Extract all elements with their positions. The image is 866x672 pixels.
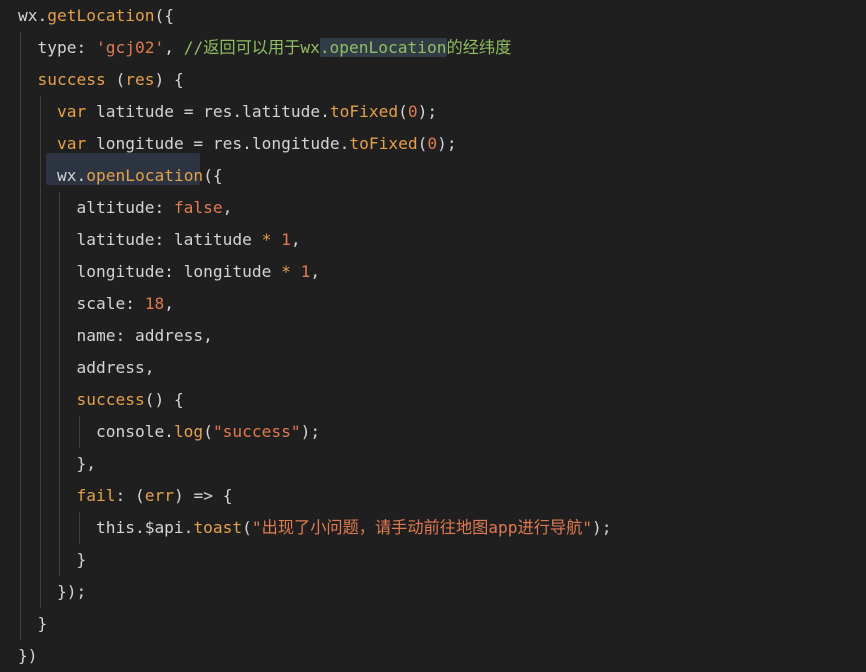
code-token-plain: () { — [144, 390, 184, 409]
code-token-keyword: res — [125, 70, 155, 89]
code-token-plain: altitude: — [18, 198, 174, 217]
code-token-plain: : ( — [115, 486, 145, 505]
code-line[interactable]: type: 'gcj02', //返回可以用于wx.openLocation的经… — [18, 32, 511, 64]
code-token-plain: }); — [18, 582, 87, 601]
code-line[interactable]: wx.openLocation({ — [18, 160, 223, 192]
code-token-function: fail — [76, 486, 116, 505]
code-token-plain: wx. — [18, 6, 48, 25]
code-token-plain: ) { — [154, 70, 184, 89]
code-token-string: "出现了小问题，请手动前往地图app进行导航" — [251, 518, 593, 537]
code-token-plain: ); — [417, 102, 438, 121]
code-token-plain: } — [18, 550, 87, 569]
code-token-plain: ( — [203, 422, 213, 441]
code-line[interactable]: console.log("success"); — [18, 416, 320, 448]
code-token-plain: name: address, — [18, 326, 213, 345]
code-line[interactable]: var longitude = res.longitude.toFixed(0)… — [18, 128, 457, 160]
code-token-plain: , — [164, 38, 184, 57]
code-line[interactable]: }); — [18, 576, 86, 608]
code-token-plain: this.$api. — [18, 518, 194, 537]
code-line[interactable]: wx.getLocation({ — [18, 0, 174, 32]
code-editor[interactable]: wx.getLocation({ type: 'gcj02', //返回可以用于… — [0, 0, 866, 671]
code-token-comment: 的经纬度 — [446, 38, 512, 57]
code-token-plain: longitude: longitude — [18, 262, 282, 281]
code-token-number: 18 — [144, 294, 165, 313]
code-token-keyword: * — [261, 230, 272, 249]
code-token-function: toast — [193, 518, 243, 537]
code-token-keyword: var — [56, 102, 87, 121]
code-line[interactable]: } — [18, 544, 86, 576]
code-token-function: toFixed — [349, 134, 418, 153]
code-line[interactable]: } — [18, 608, 47, 640]
code-token-plain: ( — [242, 518, 252, 537]
code-token-plain: }) — [18, 646, 38, 665]
code-line[interactable]: scale: 18, — [18, 288, 174, 320]
code-token-plain: , — [222, 198, 233, 217]
code-token-plain: ( — [398, 102, 408, 121]
code-token-function: openLocation — [86, 166, 204, 185]
code-token-plain: }, — [18, 454, 96, 473]
code-token-comment: //返回可以用于wx — [183, 38, 320, 57]
code-token-function: log — [173, 422, 204, 441]
code-token-function: success — [76, 390, 145, 409]
code-token-plain: ( — [417, 134, 428, 153]
code-token-function: success — [37, 70, 106, 89]
code-token-string: "success" — [212, 422, 301, 441]
code-token-function: toFixed — [329, 102, 399, 121]
code-line[interactable]: this.$api.toast("出现了小问题，请手动前往地图app进行导航")… — [18, 512, 612, 544]
code-token-plain: latitude = res.latitude. — [86, 102, 330, 121]
code-token-function: getLocation — [47, 6, 155, 25]
code-token-number: 1 — [281, 230, 291, 249]
code-token-plain: , — [310, 262, 321, 281]
code-line[interactable]: latitude: latitude * 1, — [18, 224, 301, 256]
code-line[interactable]: longitude: longitude * 1, — [18, 256, 320, 288]
code-line[interactable]: fail: (err) => { — [18, 480, 232, 512]
code-token-plain: wx. — [18, 166, 87, 185]
code-token-number: 0 — [427, 134, 438, 153]
code-token-plain: longitude = res.longitude. — [86, 134, 350, 153]
code-token-plain: , — [164, 294, 174, 313]
code-token-plain: ); — [437, 134, 457, 153]
code-token-number: 0 — [407, 102, 418, 121]
code-token-plain: ({ — [203, 166, 223, 185]
code-token-plain: ({ — [154, 6, 174, 25]
code-token-plain: , — [290, 230, 301, 249]
code-line[interactable]: success (res) { — [18, 64, 184, 96]
code-line[interactable]: altitude: false, — [18, 192, 232, 224]
code-token-keyword: * — [281, 262, 291, 281]
code-token-plain: ) => { — [173, 486, 233, 505]
code-token-plain: address, — [18, 358, 155, 377]
code-token-number: 1 — [300, 262, 311, 281]
code-token-keyword: var — [56, 134, 87, 153]
code-token-string: false — [173, 198, 223, 217]
code-token-comment: .openLocation — [319, 38, 447, 57]
code-token-plain: latitude: latitude — [18, 230, 262, 249]
code-line[interactable]: }) — [18, 640, 38, 672]
code-line[interactable]: address, — [18, 352, 154, 384]
code-line[interactable]: }, — [18, 448, 96, 480]
code-line[interactable]: name: address, — [18, 320, 213, 352]
code-token-plain: ); — [592, 518, 612, 537]
code-token-plain: ( — [105, 70, 126, 89]
code-token-plain: console. — [18, 422, 174, 441]
code-token-keyword: err — [144, 486, 174, 505]
code-token-plain: scale: — [18, 294, 145, 313]
code-line[interactable]: var latitude = res.latitude.toFixed(0); — [18, 96, 437, 128]
code-token-plain: } — [18, 614, 48, 633]
code-token-string: 'gcj02' — [95, 38, 165, 57]
code-line[interactable]: success() { — [18, 384, 184, 416]
code-token-plain: type: — [18, 38, 96, 57]
code-token-plain: ); — [300, 422, 321, 441]
